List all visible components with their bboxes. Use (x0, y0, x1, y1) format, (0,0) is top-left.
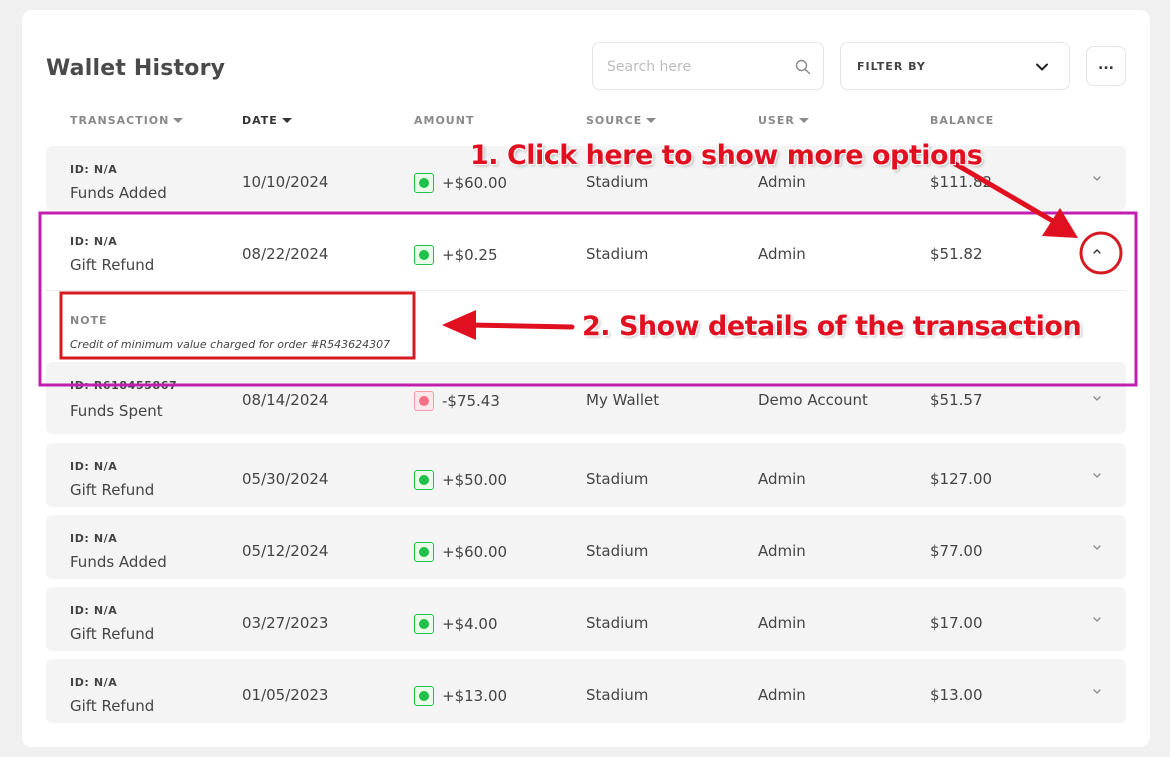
expand-chevron-icon[interactable] (1090, 471, 1104, 481)
transaction-user: Admin (758, 542, 806, 560)
row-divider (46, 290, 1126, 291)
tutorial-step-1: 1. Click here to show more options (470, 140, 983, 171)
tutorial-step-2: 2. Show details of the transaction (582, 311, 1082, 342)
transaction-id: ID: N/A (70, 235, 118, 248)
transaction-amount: +$13.00 (414, 686, 507, 706)
note-label: NOTE (70, 314, 108, 327)
transaction-id: ID: N/A (70, 604, 118, 617)
transaction-amount: +$4.00 (414, 614, 498, 634)
transaction-amount: +$60.00 (414, 173, 507, 193)
transaction-source: Stadium (586, 686, 649, 704)
transaction-source: Stadium (586, 614, 649, 632)
transaction-balance: $111.82 (930, 173, 993, 191)
debit-indicator-icon (414, 391, 434, 411)
transaction-balance: $17.00 (930, 614, 983, 632)
transaction-type: Funds Added (70, 553, 167, 571)
filter-by-label: FILTER BY (857, 60, 926, 73)
transaction-user: Demo Account (758, 391, 868, 409)
transaction-source: Stadium (586, 173, 649, 191)
transaction-type: Gift Refund (70, 481, 155, 499)
transaction-date: 05/30/2024 (242, 470, 329, 488)
expand-chevron-icon[interactable] (1090, 394, 1104, 404)
table-row[interactable]: ID: N/A Gift Refund 03/27/2023 +$4.00 St… (46, 587, 1126, 651)
transaction-type: Funds Spent (70, 402, 163, 420)
transaction-balance: $13.00 (930, 686, 983, 704)
transaction-id: ID: N/A (70, 460, 118, 473)
table-row[interactable]: ID: N/A Gift Refund 05/30/2024 +$50.00 S… (46, 443, 1126, 507)
transaction-id: ID: N/A (70, 676, 118, 689)
chevron-down-icon (1035, 59, 1049, 78)
search-box[interactable] (592, 42, 824, 90)
amount-value: +$60.00 (442, 543, 508, 561)
transaction-date: 01/05/2023 (242, 686, 329, 704)
column-header-amount: AMOUNT (414, 114, 475, 127)
search-icon[interactable] (795, 59, 811, 79)
note-text: Credit of minimum value charged for orde… (70, 338, 391, 351)
transaction-type: Gift Refund (70, 625, 155, 643)
transaction-id: ID: N/A (70, 163, 118, 176)
credit-indicator-icon (414, 614, 434, 634)
amount-value: +$13.00 (442, 687, 508, 705)
transaction-balance: $51.57 (930, 391, 983, 409)
transaction-source: My Wallet (586, 391, 660, 409)
column-header-transaction[interactable]: TRANSACTION (70, 114, 184, 127)
more-options-button[interactable]: ... (1086, 46, 1126, 86)
transaction-date: 05/12/2024 (242, 542, 329, 560)
expand-chevron-icon[interactable] (1090, 687, 1104, 697)
transaction-balance: $51.82 (930, 245, 983, 263)
credit-indicator-icon (414, 173, 434, 193)
filter-by-dropdown[interactable]: FILTER BY (840, 42, 1070, 90)
transaction-type: Gift Refund (70, 697, 155, 715)
table-row[interactable]: ID: R618455867 Funds Spent 08/14/2024 -$… (46, 362, 1126, 434)
transaction-id: ID: R618455867 (70, 379, 178, 392)
sort-caret-icon (798, 118, 809, 123)
expand-chevron-icon[interactable] (1090, 543, 1104, 553)
transaction-user: Admin (758, 686, 806, 704)
transaction-user: Admin (758, 245, 806, 263)
transaction-amount: -$75.43 (414, 391, 500, 411)
table-row[interactable]: ID: N/A Funds Added 05/12/2024 +$60.00 S… (46, 515, 1126, 579)
transaction-user: Admin (758, 173, 806, 191)
transaction-source: Stadium (586, 542, 649, 560)
transaction-balance: $127.00 (930, 470, 993, 488)
sort-caret-icon (173, 118, 184, 123)
transaction-amount: +$0.25 (414, 245, 498, 265)
transaction-type: Funds Added (70, 184, 167, 202)
collapse-chevron-icon[interactable] (1090, 246, 1104, 256)
transaction-user: Admin (758, 614, 806, 632)
transaction-balance: $77.00 (930, 542, 983, 560)
expand-chevron-icon[interactable] (1090, 615, 1104, 625)
credit-indicator-icon (414, 542, 434, 562)
column-header-balance: BALANCE (930, 114, 995, 127)
amount-value: +$0.25 (442, 246, 498, 264)
sort-caret-icon (281, 118, 292, 123)
column-header-user[interactable]: USER (758, 114, 809, 127)
transaction-type: Gift Refund (70, 256, 155, 274)
column-header-source[interactable]: SOURCE (586, 114, 657, 127)
transaction-date: 03/27/2023 (242, 614, 329, 632)
credit-indicator-icon (414, 245, 434, 265)
transaction-amount: +$50.00 (414, 470, 507, 490)
amount-value: +$60.00 (442, 174, 508, 192)
transaction-source: Stadium (586, 245, 649, 263)
expand-chevron-icon[interactable] (1090, 174, 1104, 184)
sort-caret-icon (646, 118, 657, 123)
table-row[interactable]: ID: N/A Gift Refund 01/05/2023 +$13.00 S… (46, 659, 1126, 723)
page-title: Wallet History (46, 56, 226, 81)
transaction-amount: +$60.00 (414, 542, 507, 562)
search-input[interactable] (607, 55, 787, 79)
amount-value: +$50.00 (442, 471, 508, 489)
column-header-date[interactable]: DATE (242, 114, 292, 127)
amount-value: +$4.00 (442, 615, 498, 633)
transaction-date: 10/10/2024 (242, 173, 329, 191)
transaction-id: ID: N/A (70, 532, 118, 545)
transaction-user: Admin (758, 470, 806, 488)
transaction-source: Stadium (586, 470, 649, 488)
amount-value: -$75.43 (442, 392, 500, 410)
ellipsis-icon: ... (1098, 57, 1114, 73)
transaction-date: 08/14/2024 (242, 391, 329, 409)
credit-indicator-icon (414, 470, 434, 490)
credit-indicator-icon (414, 686, 434, 706)
transaction-date: 08/22/2024 (242, 245, 329, 263)
